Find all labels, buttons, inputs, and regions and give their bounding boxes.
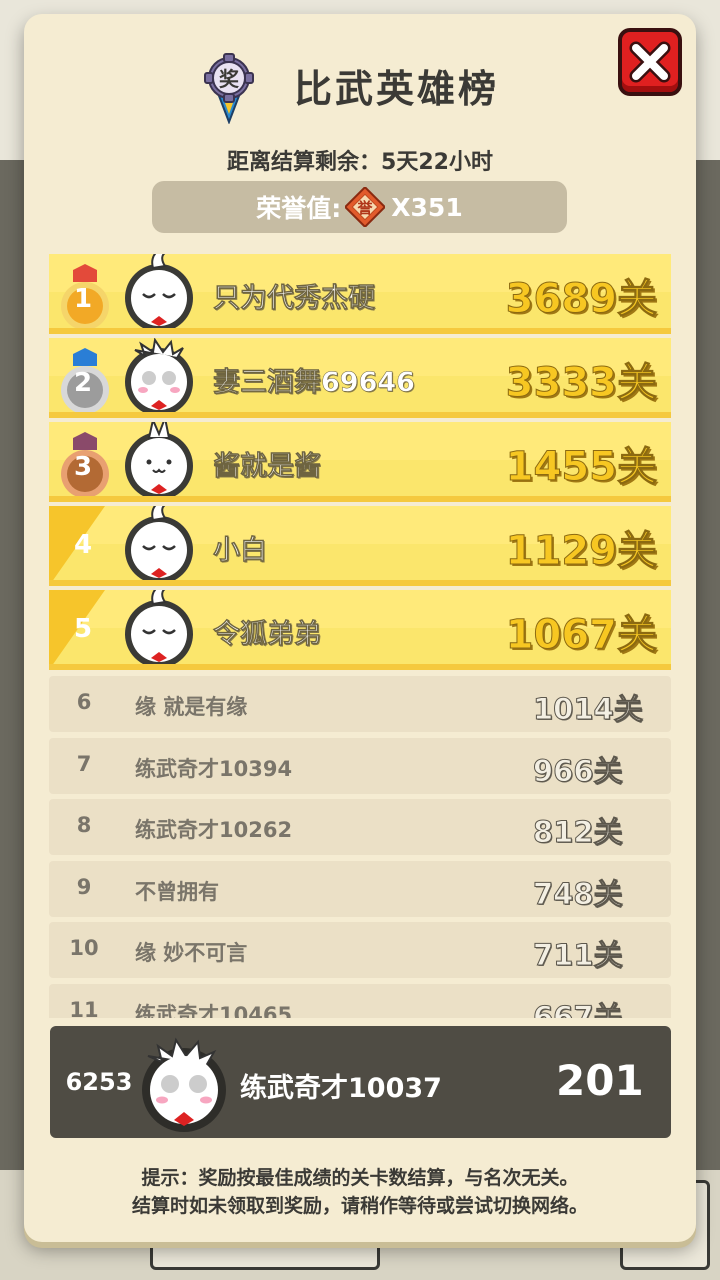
close-button[interactable] — [618, 28, 682, 96]
rank-number: 4 — [73, 530, 93, 560]
list-item[interactable]: 10 缘 妙不可言 711关 — [49, 922, 671, 978]
list-item[interactable]: 8 练武奇才10262 812关 — [49, 799, 671, 855]
tip-line-1: 提示：奖励按最佳成绩的关卡数结算，与名次无关。 — [141, 1167, 579, 1189]
award-badge-icon: 奖 — [204, 53, 254, 124]
player-score: 711关 — [533, 938, 624, 973]
honor-value: X351 — [391, 192, 463, 222]
countdown-value: 5天22小时 — [381, 150, 493, 175]
list-item[interactable]: 11 练武奇才10465 667关 — [49, 984, 671, 1018]
my-score: 201 — [556, 1056, 644, 1105]
my-player-name: 练武奇才10037 — [240, 1073, 442, 1104]
player-name: 不曾拥有 — [135, 880, 219, 904]
leaderboard-row-top[interactable]: 5 令狐弟弟 1067关 — [49, 590, 671, 670]
player-score: 3333关 — [505, 360, 657, 407]
honor-token-char: 誉 — [357, 199, 374, 217]
avatar-icon — [125, 254, 193, 328]
rank-number: 8 — [76, 813, 92, 837]
player-name: 缘 妙不可言 — [135, 941, 248, 965]
avatar-icon — [125, 506, 193, 580]
player-score: 3689关 — [505, 276, 657, 323]
rank-number: 10 — [69, 936, 99, 960]
player-name: 令狐弟弟 — [213, 619, 322, 651]
player-name: 酱就是酱 — [213, 451, 322, 483]
player-name: 小白 — [213, 535, 268, 567]
rank-number: 11 — [69, 998, 99, 1018]
page-title: 比武英雄榜 — [294, 67, 500, 111]
player-score: 812关 — [533, 815, 624, 850]
rank-number: 9 — [76, 875, 92, 899]
close-icon — [629, 41, 671, 83]
leaderboard-row-top[interactable]: 2 妻三酒舞69646 3333关 — [49, 338, 671, 418]
rank-number: 5 — [73, 614, 93, 644]
my-avatar-icon — [142, 1037, 226, 1132]
rank-number: 2 — [73, 368, 93, 398]
player-name: 练武奇才10262 — [135, 818, 293, 842]
avatar-icon — [125, 422, 193, 496]
player-score: 1455关 — [505, 444, 657, 491]
player-name: 练武奇才10465 — [135, 1003, 293, 1018]
player-score: 667关 — [533, 1000, 624, 1019]
leaderboard-row-top[interactable]: 1 只为代秀杰硬 3689关 — [49, 254, 671, 334]
badge-char: 奖 — [219, 67, 240, 91]
list-item[interactable]: 9 不曾拥有 748关 — [49, 861, 671, 917]
player-score: 966关 — [533, 754, 624, 789]
player-name: 缘 就是有缘 — [135, 695, 248, 719]
honor-label: 荣誉值: — [256, 194, 342, 223]
countdown-label: 距离结算剩余： — [227, 150, 382, 175]
my-rank-row: 6253 练武奇才10037 201 — [50, 1026, 671, 1138]
tip-line-2: 结算时如未领取到奖励，请稍作等待或尝试切换网络。 — [131, 1195, 588, 1217]
list-item[interactable]: 6 缘 就是有缘 1014关 — [49, 676, 671, 732]
settlement-countdown: 距离结算剩余：5天22小时 — [0, 144, 720, 176]
player-name: 练武奇才10394 — [135, 757, 293, 781]
player-score: 1129关 — [505, 528, 657, 575]
avatar-icon — [125, 590, 193, 664]
player-score: 1014关 — [533, 692, 644, 727]
leaderboard-list[interactable]: 6 缘 就是有缘 1014关 7 练武奇才10394 966关 8 练武奇才10… — [49, 676, 671, 1018]
honor-bar: 荣誉值: 誉 X351 — [152, 181, 567, 233]
my-rank-number: 6253 — [65, 1068, 133, 1096]
honor-token-icon: 誉 — [345, 187, 386, 227]
player-name: 只为代秀杰硬 — [213, 283, 376, 315]
player-name: 妻三酒舞69646 — [213, 367, 415, 399]
player-score: 1067关 — [505, 612, 657, 659]
rank-number: 1 — [73, 284, 93, 314]
player-score: 748关 — [533, 877, 624, 912]
rank-number: 3 — [73, 452, 93, 482]
leaderboard-row-top[interactable]: 3 酱就是酱 1455关 — [49, 422, 671, 502]
leaderboard-row-top[interactable]: 4 小白 1129关 — [49, 506, 671, 586]
rank-number: 7 — [76, 752, 92, 776]
list-item[interactable]: 7 练武奇才10394 966关 — [49, 738, 671, 794]
rank-number: 6 — [76, 690, 92, 714]
avatar-icon — [125, 338, 193, 412]
